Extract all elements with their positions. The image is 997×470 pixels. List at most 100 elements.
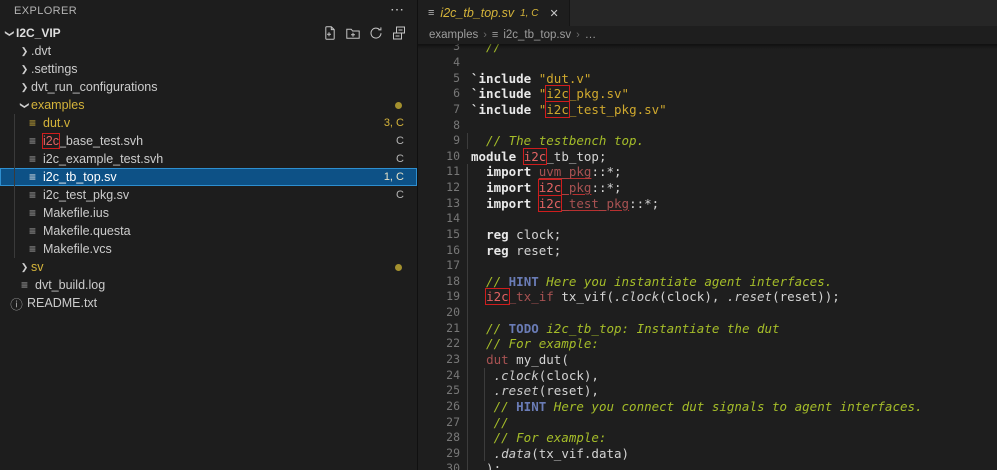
code-line-24[interactable]: 24 .clock(clock), bbox=[418, 368, 997, 384]
code-text: .clock(clock), bbox=[493, 367, 599, 383]
line-number: 3 bbox=[453, 44, 460, 54]
tree-item-label: examples bbox=[31, 98, 85, 112]
breadcrumb-symbol-ellipsis[interactable]: … bbox=[585, 29, 597, 41]
breadcrumb-file[interactable]: i2c_tb_top.sv bbox=[503, 29, 571, 41]
chevron-down-icon[interactable]: ❯ bbox=[19, 99, 30, 112]
line-number: 26 bbox=[446, 398, 460, 413]
tree-item-i2c-base-test-svh[interactable]: ≡ i2c_base_test.svh C bbox=[0, 132, 417, 150]
line-number: 23 bbox=[446, 352, 460, 366]
code-editor[interactable]: 3 //4 5 `include "dut.v" 6 `include "i2c_pkg… bbox=[418, 44, 997, 470]
tab-label: i2c_tb_top.sv bbox=[440, 6, 515, 20]
line-number: 28 bbox=[446, 430, 460, 445]
line-number: 30 bbox=[446, 461, 460, 470]
tree-item-i2c-test-pkg-sv[interactable]: ≡ i2c_test_pkg.sv C bbox=[0, 186, 417, 204]
code-line-8[interactable]: 8 bbox=[418, 118, 997, 134]
code-line-4[interactable]: 4 bbox=[418, 55, 997, 71]
tree-item-label: dvt_build.log bbox=[35, 278, 106, 292]
code-line-27[interactable]: 27 // bbox=[418, 415, 997, 431]
line-number: 20 bbox=[446, 305, 460, 320]
tree-item-readme-txt[interactable]: ⓘ README.txt bbox=[0, 294, 417, 312]
code-line-25[interactable]: 25 .reset(reset), bbox=[418, 383, 997, 399]
chevron-right-icon[interactable]: ❯ bbox=[18, 64, 31, 75]
i2c-match-highlight: i2c bbox=[545, 85, 570, 103]
tab-bar: ≡ i2c_tb_top.sv 1, C ✕ bbox=[418, 0, 997, 26]
code-line-28[interactable]: 28 // For example: bbox=[418, 430, 997, 446]
new-file-icon[interactable] bbox=[322, 25, 338, 41]
code-text: `include "dut.v" bbox=[471, 70, 592, 86]
code-line-7[interactable]: 7 `include "i2c_test_pkg.sv" bbox=[418, 100, 997, 118]
tree-item-dvt-build-log[interactable]: ≡ dvt_build.log bbox=[0, 276, 417, 294]
code-line-14[interactable]: 14 bbox=[418, 211, 997, 227]
line-number: 18 bbox=[446, 273, 460, 288]
code-line-5[interactable]: 5 `include "dut.v" bbox=[418, 71, 997, 87]
close-icon[interactable]: ✕ bbox=[549, 7, 558, 20]
new-folder-icon[interactable] bbox=[345, 25, 361, 41]
code-line-20[interactable]: 20 bbox=[418, 305, 997, 321]
code-text: // For example: bbox=[471, 336, 599, 352]
tree-item-makefile-ius[interactable]: ≡ Makefile.ius bbox=[0, 204, 417, 222]
code-line-10[interactable]: 10 module i2c_tb_top; bbox=[418, 147, 997, 165]
code-line-6[interactable]: 6 `include "i2c_pkg.sv" bbox=[418, 85, 997, 103]
code-line-26[interactable]: 26 // HINT Here you connect dut signals … bbox=[418, 399, 997, 415]
tree-item-label: i2c_test_pkg.sv bbox=[43, 188, 130, 202]
file-icon: ≡ bbox=[28, 206, 36, 220]
code-line-3[interactable]: 3 // bbox=[418, 44, 997, 55]
code-line-29[interactable]: 29 .data(tx_vif.data) bbox=[418, 446, 997, 462]
code-line-17[interactable]: 17 bbox=[418, 258, 997, 274]
code-line-21[interactable]: 21 // TODO i2c_tb_top: Instantiate the d… bbox=[418, 321, 997, 337]
code-text: import i2c_pkg::*; bbox=[486, 179, 622, 197]
more-actions-icon[interactable]: ⋯ bbox=[390, 1, 404, 18]
code-text: `include "i2c_pkg.sv" bbox=[471, 85, 630, 103]
tree-item-sv[interactable]: ❯ sv bbox=[0, 258, 417, 276]
line-number: 12 bbox=[446, 180, 460, 195]
tree-item-i2c-vip[interactable]: ❯ I2C_VIP bbox=[0, 24, 417, 42]
chevron-right-icon[interactable]: ❯ bbox=[18, 262, 31, 273]
tree-item--dvt[interactable]: ❯ .dvt bbox=[0, 42, 417, 60]
line-number: 4 bbox=[453, 55, 460, 70]
code-line-19[interactable]: 19 i2c_tx_if tx_vif(.clock(clock), .rese… bbox=[418, 288, 997, 306]
problems-badge: 1, C bbox=[383, 171, 404, 183]
code-line-13[interactable]: 13 import i2c_test_pkg::*; bbox=[418, 194, 997, 212]
tree-item-dvt-run-configurations[interactable]: ❯ dvt_run_configurations bbox=[0, 78, 417, 96]
tab-i2c-tb-top[interactable]: ≡ i2c_tb_top.sv 1, C ✕ bbox=[418, 0, 570, 26]
code-line-16[interactable]: 16 reg reset; bbox=[418, 243, 997, 259]
tree-item-examples[interactable]: ❯ examples bbox=[0, 96, 417, 114]
code-text: reg reset; bbox=[486, 242, 562, 258]
tree-item-i2c-example-test-svh[interactable]: ≡ i2c_example_test.svh C bbox=[0, 150, 417, 168]
code-line-9[interactable]: 9 // The testbench top. bbox=[418, 133, 997, 149]
tree-item-i2c-tb-top-sv[interactable]: ≡ i2c_tb_top.sv 1, C bbox=[0, 168, 417, 186]
code-text: // bbox=[471, 414, 509, 430]
refresh-icon[interactable] bbox=[368, 25, 384, 41]
code-line-30[interactable]: 30 ); bbox=[418, 461, 997, 470]
tree-item-makefile-questa[interactable]: ≡ Makefile.questa bbox=[0, 222, 417, 240]
i2c-match-highlight: i2c bbox=[537, 179, 563, 197]
line-number: 13 bbox=[446, 195, 460, 210]
file-icon: ≡ bbox=[491, 29, 499, 41]
code-line-11[interactable]: 11 import uvm_pkg::*; bbox=[418, 164, 997, 180]
line-number: 10 bbox=[446, 148, 460, 163]
tree-item-makefile-vcs[interactable]: ≡ Makefile.vcs bbox=[0, 240, 417, 258]
tree-item-dut-v[interactable]: ≡ dut.v 3, C bbox=[0, 114, 417, 132]
tree-item-label: sv bbox=[31, 260, 44, 274]
explorer-sidebar: EXPLORER ⋯ ❯ I2C_VIP ❯ .dvt ❯ .settings ❯ dvt_r… bbox=[0, 0, 417, 470]
chevron-right-icon[interactable]: ❯ bbox=[18, 46, 31, 57]
code-line-12[interactable]: 12 import i2c_pkg::*; bbox=[418, 179, 997, 197]
collapse-all-icon[interactable] bbox=[391, 25, 407, 41]
code-line-22[interactable]: 22 // For example: bbox=[418, 336, 997, 352]
code-line-15[interactable]: 15 reg clock; bbox=[418, 227, 997, 243]
code-line-23[interactable]: 23 dut my_dut( bbox=[418, 352, 997, 368]
chevron-right-icon[interactable]: ❯ bbox=[18, 82, 31, 93]
breadcrumb-folder[interactable]: examples bbox=[429, 29, 478, 41]
tree-item--settings[interactable]: ❯ .settings bbox=[0, 60, 417, 78]
chevron-down-icon[interactable]: ❯ bbox=[4, 27, 15, 40]
code-line-18[interactable]: 18 // HINT Here you instantiate agent in… bbox=[418, 274, 997, 290]
